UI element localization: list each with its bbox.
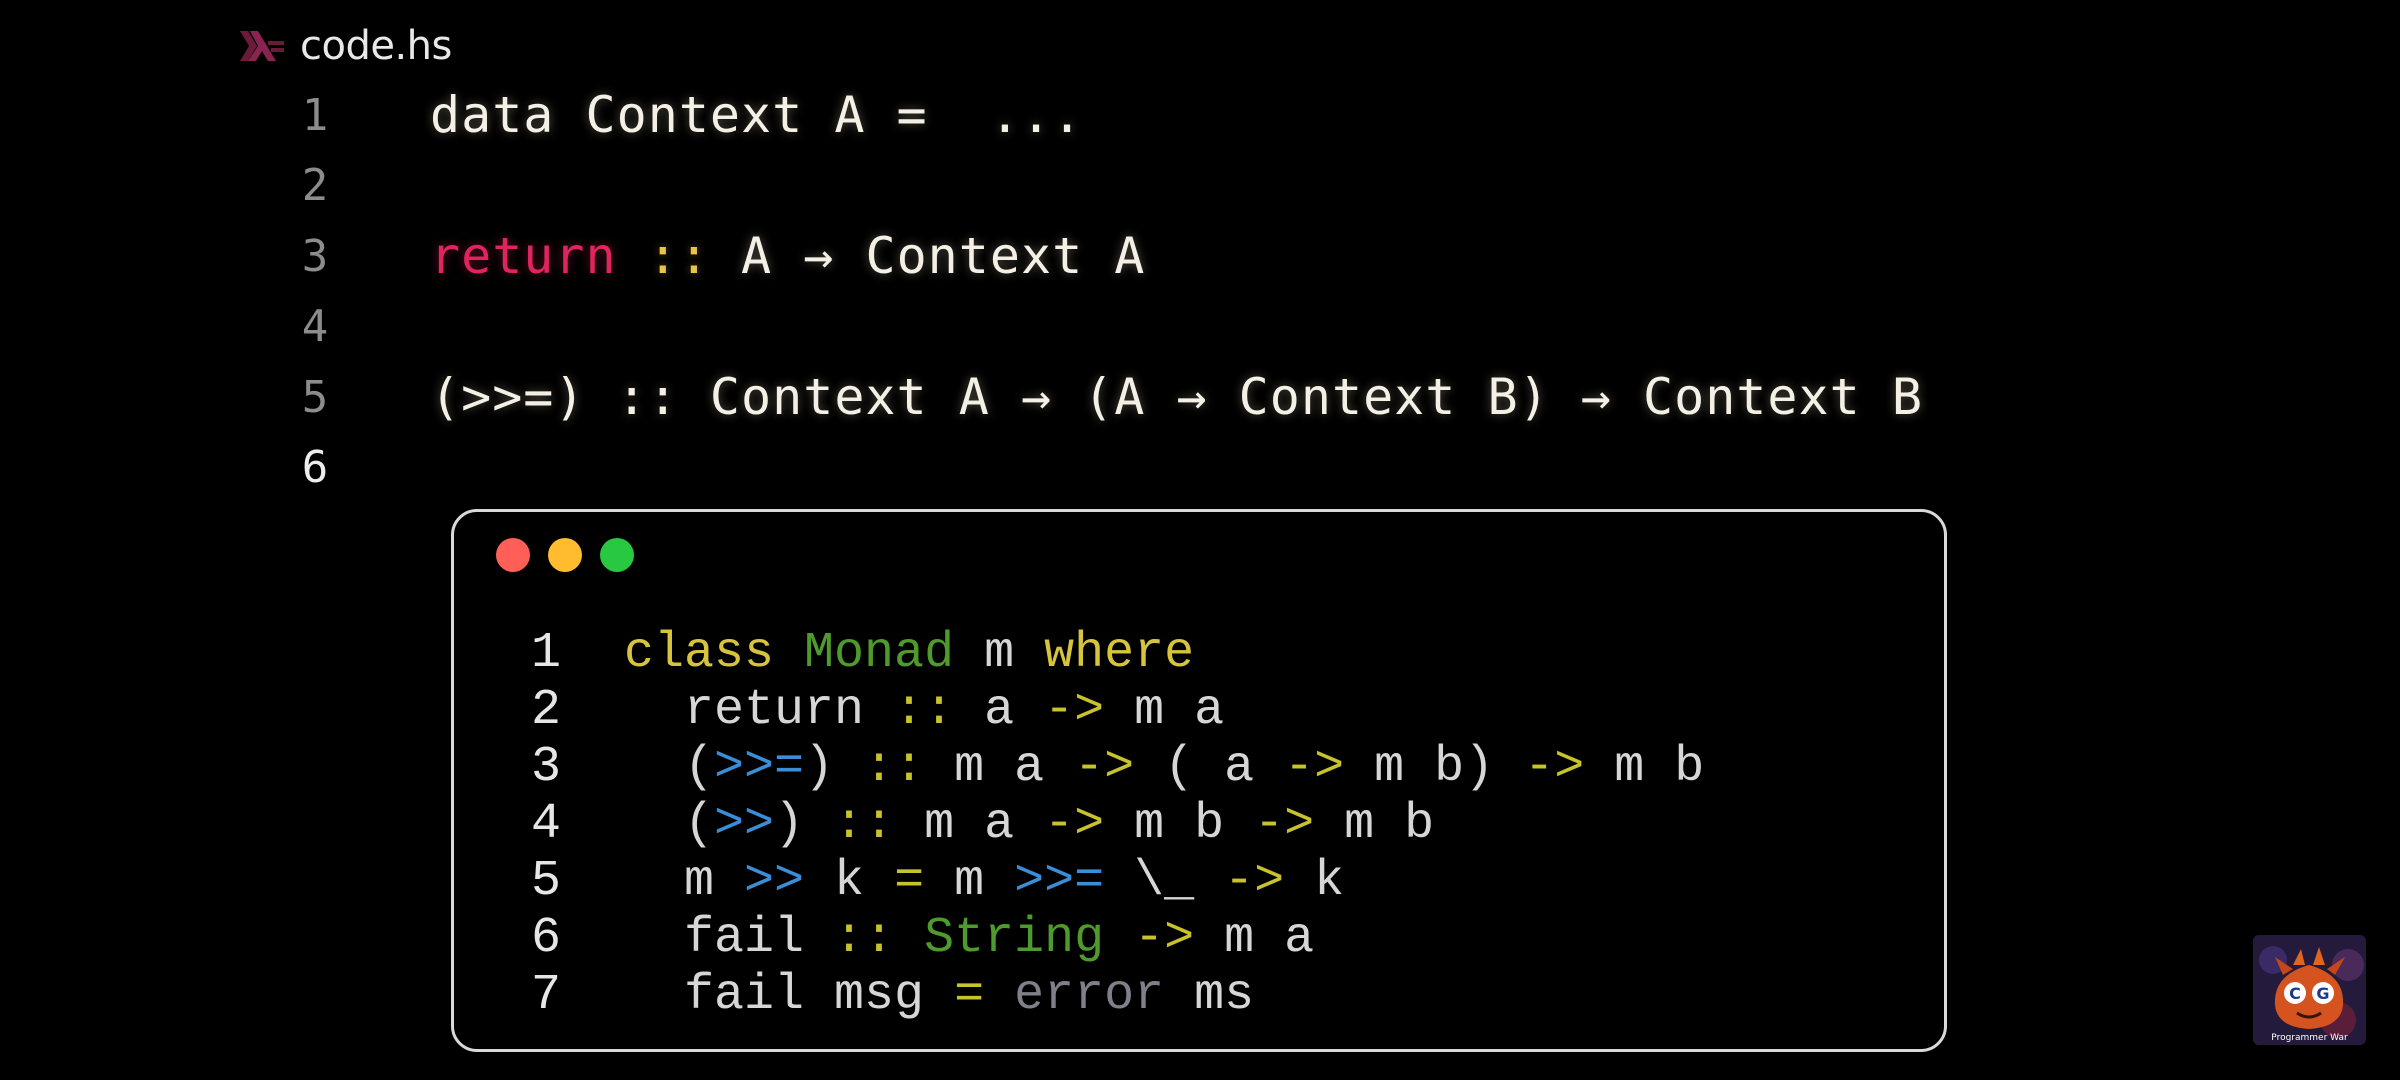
code-token-op: :: [894,682,955,739]
code-token-plain: ) [804,739,865,796]
code-text: (>>=) :: Context A → (A → Context B) → C… [430,368,1923,426]
code-text: return :: a -> m a [624,683,1224,739]
maximize-dot-icon[interactable] [600,538,634,572]
code-token-plain: m a [1104,682,1225,739]
line-number: 2 [530,682,561,739]
code-token-plain: m b) [1344,739,1525,796]
code-token-plain: \_ [1104,853,1225,910]
line-number: 6 [530,910,561,967]
code-token-plain: return [624,682,895,739]
code-token-op: -> [1134,910,1195,967]
line-number: 1 [530,625,561,682]
haskell-icon [240,31,284,61]
line-number: 4 [530,796,561,853]
window-controls [496,538,634,572]
code-token-blue: >> [744,853,805,910]
code-token-op: :: [834,910,895,967]
code-token-plain: m [924,853,1015,910]
code-token-plain: m a [924,739,1075,796]
line-number: 7 [530,967,561,1024]
file-tab[interactable]: code.hs [240,18,452,74]
code-text: return :: A → Context A [430,227,1145,285]
code-token-plain: ( [624,796,715,853]
line-number: 5 [530,853,561,910]
code-token-kw: class [624,625,775,682]
code-token-plain: m b [1104,796,1255,853]
close-dot-icon[interactable] [496,538,530,572]
code-token-plain: m a [894,796,1045,853]
code-token-op: = [894,853,925,910]
code-token-op: -> [1284,739,1345,796]
code-token-plain: m a [1194,910,1315,967]
code-token-plain: fail [624,910,835,967]
minimize-dot-icon[interactable] [548,538,582,572]
code-token-type: Monad [804,625,955,682]
code-text: (>>=) :: m a -> ( a -> m b) -> m b [624,740,1704,796]
code-token-op: -> [1224,853,1285,910]
code-token-plain: k [1284,853,1345,910]
code-token-plain: m [954,625,1045,682]
code-text: fail :: String -> m a [624,911,1314,967]
line-number: 4 [301,300,329,352]
line-number: 1 [301,89,329,141]
code-token-op: :: [864,739,925,796]
type-signature: A → Context A [709,227,1146,285]
code-token-plain: ( a [1134,739,1285,796]
code-token-op: -> [1074,739,1135,796]
code-text: m >> k = m >>= \_ -> k [624,854,1344,910]
line-number: 6 [301,441,329,493]
code-token-plain: m [624,853,745,910]
code-token-op: -> [1254,796,1315,853]
code-text: class Monad m where [624,626,1194,682]
file-name: code.hs [300,23,452,69]
code-token-blue: >> [714,796,775,853]
code-token-op: = [954,967,985,1024]
code-window: 1 class Monad m where2 return :: a -> m a… [451,509,1947,1052]
code-token-op: :: [834,796,895,853]
code-text: fail msg = error ms [624,968,1254,1024]
return-keyword: return [430,227,617,285]
double-colon-operator: :: [647,227,710,285]
code-token-op: -> [1044,682,1105,739]
svg-text:G: G [2316,984,2329,1003]
code-token-blue: >>= [714,739,805,796]
line-number: 3 [301,230,329,282]
logo-label: Programmer War [2271,1033,2348,1043]
code-token-op: -> [1524,739,1585,796]
code-token-plain: ( [624,739,715,796]
programmer-war-logo: C G [2253,935,2366,1045]
code-token-blue: >>= [1014,853,1105,910]
code-token-plain: k [804,853,895,910]
channel-logo: C G Programmer War [2253,935,2366,1045]
line-number: 5 [301,371,329,423]
code-text: (>>) :: m a -> m b -> m b [624,797,1434,853]
code-token-type: String [924,910,1105,967]
code-token-plain: m b [1314,796,1435,853]
code-token-plain: ms [1164,967,1255,1024]
code-token-plain: fail msg [624,967,955,1024]
code-token-plain: m b [1584,739,1705,796]
line-number: 3 [530,739,561,796]
line-number: 2 [301,159,329,211]
code-text: data Context A = ... [430,86,1084,144]
code-token-err: error [1014,967,1165,1024]
code-token-plain: a [954,682,1045,739]
code-token-kw: where [1044,625,1195,682]
code-token-plain: ) [774,796,835,853]
code-token-op: -> [1044,796,1105,853]
svg-text:C: C [2289,984,2301,1003]
